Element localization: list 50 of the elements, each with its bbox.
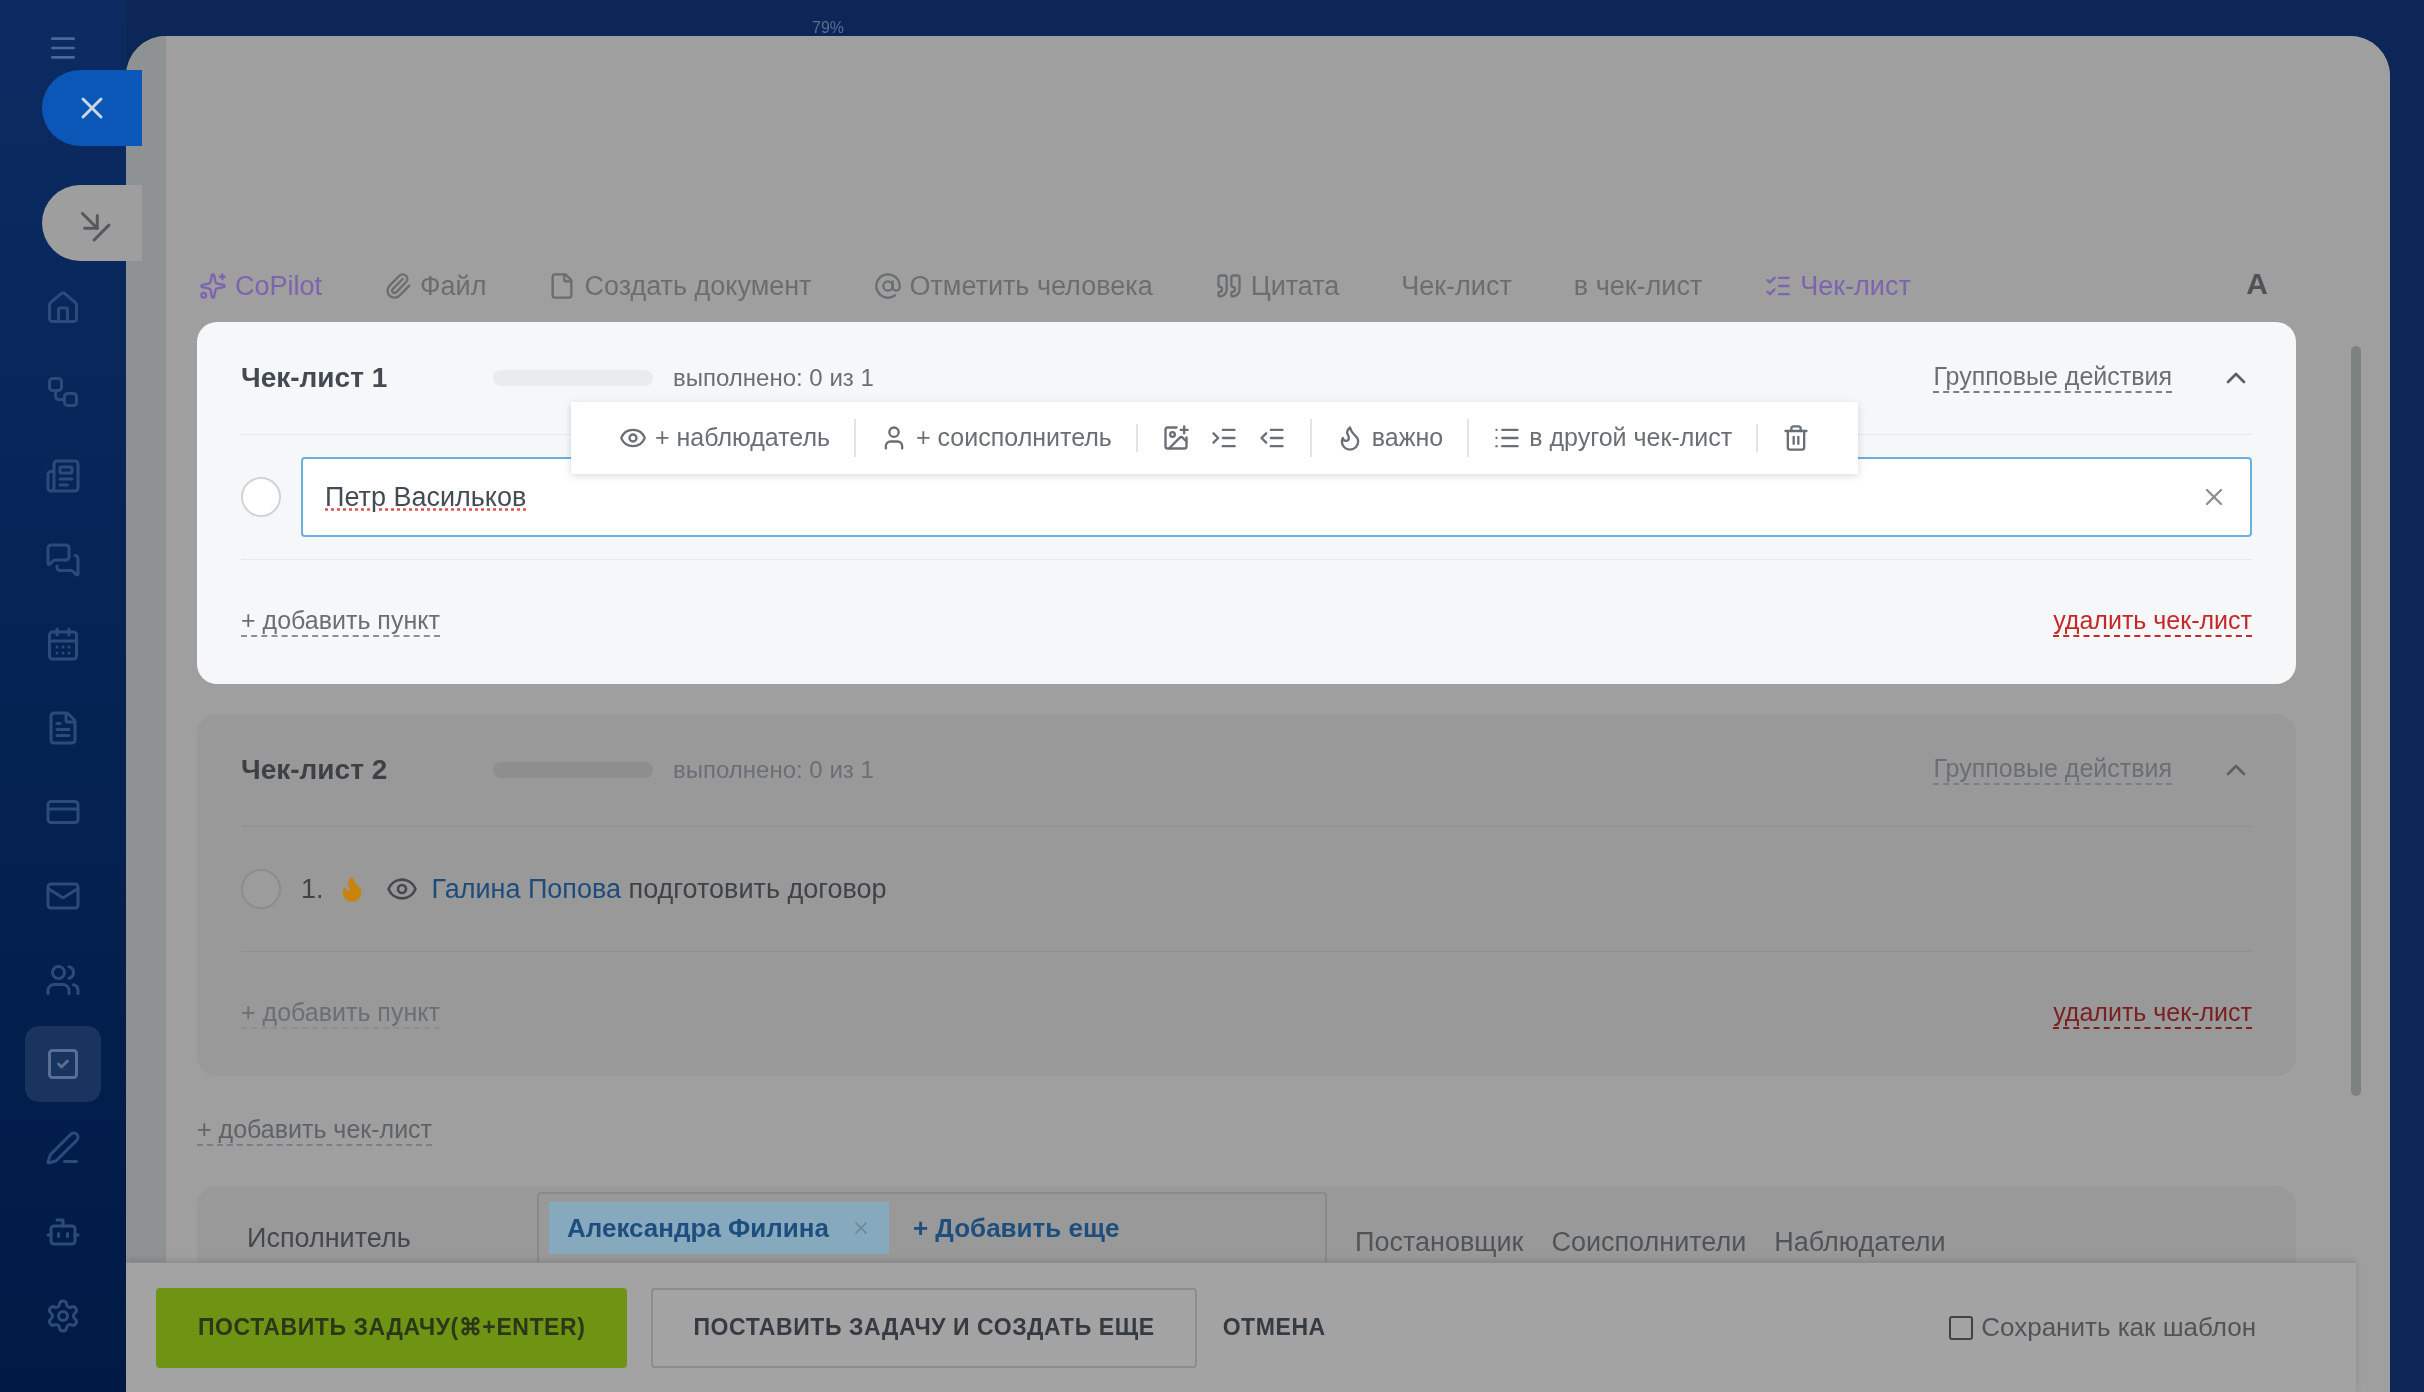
role-link[interactable]: Наблюдатели (1774, 1222, 1946, 1263)
save-template-checkbox[interactable]: Сохранить как шаблон (1949, 1308, 2256, 1347)
important-button[interactable]: важно (1335, 419, 1444, 457)
submit-button[interactable]: ПОСТАВИТЬ ЗАДАЧУ(⌘+ENTER) (156, 1287, 628, 1368)
paperclip-icon (384, 271, 413, 300)
chat-icon (45, 542, 81, 578)
item-number: 1. (301, 872, 324, 906)
close-button[interactable] (42, 70, 142, 146)
add-watcher-button[interactable]: + наблюдатель (619, 419, 831, 457)
home-icon (45, 290, 81, 326)
attach-icon[interactable] (1161, 424, 1190, 452)
add-item-link[interactable]: + добавить пункт (241, 607, 440, 637)
format-button[interactable]: A (2246, 261, 2268, 306)
item-text: Галина Попова подготовить договор (431, 872, 887, 906)
editor-toolbar-button[interactable]: Чек-лист (1764, 265, 1911, 306)
item-input[interactable]: Петр Васильков (325, 476, 2200, 518)
item-checkbox[interactable] (241, 477, 281, 517)
scrollbar-thumb[interactable] (2351, 346, 2361, 1096)
editor-toolbar-button[interactable]: CoPilot (199, 265, 323, 306)
submit-and-create-button[interactable]: ПОСТАВИТЬ ЗАДАЧУ И СОЗДАТЬ ЕЩЕ (651, 1287, 1197, 1368)
news-icon (45, 458, 81, 494)
add-more-link[interactable]: + Добавить еще (912, 1202, 1120, 1254)
group-actions-link[interactable]: Групповые действия (1933, 363, 2172, 393)
checklist-title: Чек-лист 1 (241, 361, 389, 395)
assignee-label: Исполнитель (247, 1222, 412, 1255)
people-icon (45, 962, 81, 998)
quote-icon (1214, 271, 1243, 300)
watcher-link[interactable]: Галина Попова (431, 873, 622, 904)
settings-icon (45, 1298, 81, 1334)
sidebar-item[interactable] (25, 1026, 101, 1102)
checkbox-icon (45, 1046, 81, 1082)
checklist-title: Чек-лист 2 (241, 753, 389, 787)
calendar-icon (45, 626, 81, 662)
delete-checklist-link[interactable]: удалить чек-лист (2053, 607, 2252, 637)
cancel-button[interactable]: ОТМЕНА (1222, 1310, 1326, 1345)
checkbox-square[interactable] (1949, 1315, 1974, 1340)
move-button[interactable]: в другой чек-лист (1493, 419, 1733, 457)
pencil-icon (45, 1130, 81, 1166)
assignee-chip[interactable]: Александра Филина (549, 1202, 889, 1254)
sparkle-icon (199, 271, 227, 300)
collapse-button[interactable] (42, 185, 142, 261)
add-checklist-link[interactable]: + добавить чек-лист (197, 1116, 433, 1146)
delete-checklist-link[interactable]: удалить чек-лист (2053, 999, 2252, 1029)
role-link[interactable]: Постановщик (1355, 1222, 1524, 1263)
flow-icon (45, 374, 81, 410)
progress-text: выполнено: 0 из 1 (673, 363, 874, 393)
at-icon (873, 271, 902, 300)
zoom-label: 79% (812, 18, 845, 38)
add-coexecutor-button[interactable]: + соисполнитель (880, 419, 1112, 457)
role-link[interactable]: Соисполнители (1551, 1222, 1747, 1263)
